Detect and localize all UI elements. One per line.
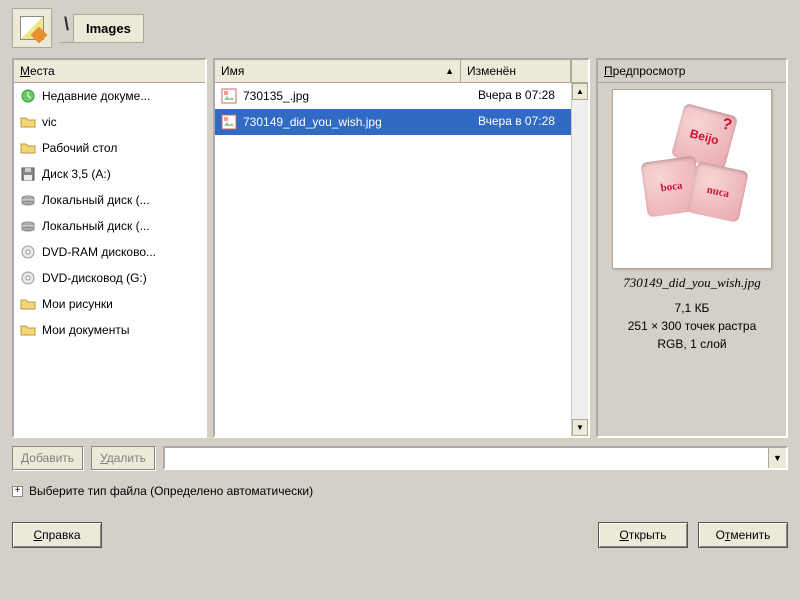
file-name: 730149_did_you_wish.jpg <box>243 115 382 129</box>
place-label: Мои документы <box>42 323 129 337</box>
column-header-name[interactable]: Имя ▲ <box>215 60 461 82</box>
new-document-button[interactable] <box>12 8 52 48</box>
folder-icon <box>20 296 36 312</box>
file-name: 730135_.jpg <box>243 89 309 103</box>
remove-place-button[interactable]: Удалить <box>91 446 155 470</box>
place-item[interactable]: Недавние докуме... <box>14 83 205 109</box>
image-file-icon <box>221 88 237 104</box>
edit-icon <box>20 16 44 40</box>
preview-metadata: 7,1 КБ 251 × 300 точек растра RGB, 1 сло… <box>604 299 780 353</box>
place-label: vic <box>42 115 57 129</box>
add-place-button[interactable]: Добавить <box>12 446 83 470</box>
file-row[interactable]: 730149_did_you_wish.jpgВчера в 07:28 <box>215 109 588 135</box>
file-list-panel: Имя ▲ Изменён 730135_.jpgВчера в 07:2873… <box>213 58 590 438</box>
hdd-icon <box>20 192 36 208</box>
place-item[interactable]: Локальный диск (... <box>14 187 205 213</box>
place-item[interactable]: Диск 3,5 (A:) <box>14 161 205 187</box>
preview-filename: 730149_did_you_wish.jpg <box>604 275 780 291</box>
places-header: Места <box>14 60 205 83</box>
cd-icon <box>20 270 36 286</box>
sort-indicator-icon: ▲ <box>445 66 454 76</box>
place-label: Рабочий стол <box>42 141 117 155</box>
place-item[interactable]: DVD-дисковод (G:) <box>14 265 205 291</box>
preview-thumbnail: Beijo? boca nuca <box>612 89 772 269</box>
place-item[interactable]: DVD-RAM дисково... <box>14 239 205 265</box>
places-panel: Места Недавние докуме... vic Рабочий стол Д… <box>12 58 207 438</box>
scrollbar[interactable]: ▲ ▼ <box>571 83 588 436</box>
breadcrumb: \ Images <box>60 14 144 43</box>
preview-panel: Предпросмотр Beijo? boca nuca 730149_did… <box>596 58 788 438</box>
filetype-label: Выберите тип файла (Определено автоматич… <box>29 484 313 498</box>
folder-icon <box>20 140 36 156</box>
floppy-icon <box>20 166 36 182</box>
place-label: Диск 3,5 (A:) <box>42 167 111 181</box>
dropdown-arrow-icon[interactable]: ▼ <box>768 448 786 468</box>
folder-icon <box>20 114 36 130</box>
column-header-modified[interactable]: Изменён <box>461 60 571 82</box>
path-separator: \ <box>60 14 73 42</box>
place-label: DVD-дисковод (G:) <box>42 271 147 285</box>
scroll-down-button[interactable]: ▼ <box>572 419 588 436</box>
help-button[interactable]: Справка <box>12 522 102 548</box>
cd-icon <box>20 244 36 260</box>
folder-icon <box>20 322 36 338</box>
place-item[interactable]: Локальный диск (... <box>14 213 205 239</box>
filetype-expander[interactable]: + <box>12 486 23 497</box>
image-file-icon <box>221 114 237 130</box>
scroll-up-button[interactable]: ▲ <box>572 83 588 100</box>
place-label: Локальный диск (... <box>42 219 150 233</box>
place-label: Локальный диск (... <box>42 193 150 207</box>
file-row[interactable]: 730135_.jpgВчера в 07:28 <box>215 83 588 109</box>
filename-combo[interactable]: ▼ <box>163 446 788 470</box>
recent-icon <box>20 88 36 104</box>
breadcrumb-current-folder[interactable]: Images <box>73 14 144 42</box>
place-label: DVD-RAM дисково... <box>42 245 156 259</box>
place-item[interactable]: Мои документы <box>14 317 205 343</box>
open-button[interactable]: Открыть <box>598 522 688 548</box>
cancel-button[interactable]: Отменить <box>698 522 788 548</box>
preview-header: Предпросмотр <box>598 60 786 83</box>
place-label: Мои рисунки <box>42 297 113 311</box>
place-label: Недавние докуме... <box>42 89 150 103</box>
place-item[interactable]: Мои рисунки <box>14 291 205 317</box>
place-item[interactable]: vic <box>14 109 205 135</box>
hdd-icon <box>20 218 36 234</box>
place-item[interactable]: Рабочий стол <box>14 135 205 161</box>
